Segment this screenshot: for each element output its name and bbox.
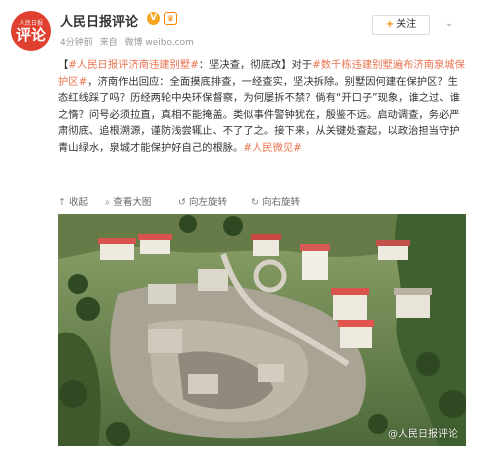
plus-icon: +	[385, 19, 395, 30]
follow-button[interactable]: + 关注	[372, 15, 430, 35]
verified-badge-icon: V	[147, 12, 160, 25]
hashtag-link[interactable]: #人民日报评济南违建别墅#	[68, 59, 199, 71]
post-meta: 4分钟前 来自 微博 weibo.com	[60, 35, 198, 48]
collapse-icon: ↑	[58, 197, 66, 208]
image-toolbar: ↑ 收起 ⌕ 查看大图 ↺ 向左旋转 ↻ 向右旋转	[58, 194, 458, 210]
avatar-top-text: 人民日报	[18, 19, 43, 27]
post-header: 人民日报 评论 人民日报评论 V ♛ 4分钟前 来自 微博 weibo.com …	[0, 0, 480, 56]
post-text: 【#人民日报评济南违建别墅#：坚决查，彻底改】对于#数千栋违建别墅遍布济南泉城保…	[58, 57, 466, 156]
rotate-right-button[interactable]: ↻ 向右旋转	[251, 194, 300, 208]
aerial-photo-illustration	[58, 214, 466, 446]
rotate-left-label: 向左旋转	[188, 197, 227, 208]
rotate-right-label: 向右旋转	[261, 197, 300, 208]
username[interactable]: 人民日报评论	[60, 11, 138, 30]
post-source[interactable]: 微博 weibo.com	[125, 38, 194, 48]
collapse-button[interactable]: ↑ 收起	[58, 194, 88, 208]
rotate-right-icon: ↻	[251, 197, 259, 208]
house	[251, 234, 281, 256]
hashtag-link[interactable]: #人民微见#	[243, 142, 301, 154]
zoom-icon: ⌕	[105, 197, 111, 208]
chevron-down-icon[interactable]: ⌄	[445, 18, 453, 29]
house	[98, 238, 136, 260]
rotate-left-button[interactable]: ↺ 向左旋转	[178, 194, 227, 208]
vip-icon: ♛	[164, 12, 177, 25]
house	[338, 320, 374, 348]
house	[300, 244, 330, 280]
post-image[interactable]: @人民日报评论	[58, 214, 466, 446]
text-segment: ：坚决查，彻底改】对于	[198, 59, 313, 71]
follow-label: 关注	[396, 19, 417, 30]
text-segment: 【	[58, 59, 69, 71]
rotate-left-icon: ↺	[178, 197, 186, 208]
house	[376, 240, 410, 260]
post-time[interactable]: 4分钟前	[60, 38, 93, 48]
avatar[interactable]: 人民日报 评论	[11, 11, 51, 51]
collapse-label: 收起	[68, 197, 88, 208]
view-large-label: 查看大图	[113, 197, 152, 208]
house	[138, 234, 172, 254]
image-watermark: @人民日报评论	[388, 429, 458, 440]
from-label: 来自	[99, 38, 118, 48]
avatar-main-text: 评论	[15, 25, 46, 44]
house	[394, 288, 432, 318]
view-large-button[interactable]: ⌕ 查看大图	[105, 194, 151, 208]
house	[331, 288, 369, 320]
